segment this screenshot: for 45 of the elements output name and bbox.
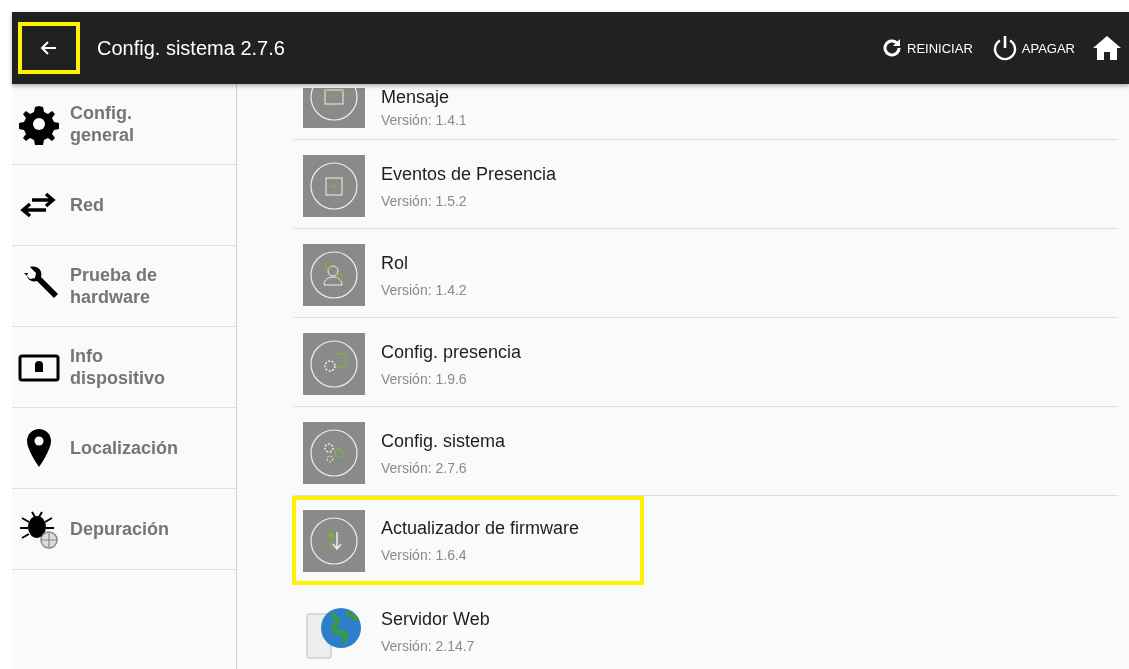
- app-name: Mensaje: [381, 88, 451, 108]
- app-list-item[interactable]: Eventos de Presencia Versión: 1.5.2: [292, 140, 1120, 229]
- sidebar-label: Config. general: [70, 101, 136, 147]
- sidebar-item[interactable]: Localización: [12, 408, 236, 489]
- app-name: Config. presencia: [381, 341, 522, 363]
- app-version: Versión: 1.4.1: [381, 112, 467, 128]
- sidebar-label: Red: [70, 193, 105, 217]
- app-list-item[interactable]: Config. presencia Versión: 1.9.6: [292, 318, 1120, 407]
- sidebar-item[interactable]: Info dispositivo: [12, 327, 236, 408]
- power-off-button[interactable]: APAGAR: [990, 34, 1075, 62]
- app-name: Actualizador de firmware: [381, 518, 580, 539]
- home-icon: [1093, 35, 1121, 61]
- app-name: Config. sistema: [381, 430, 506, 452]
- app-version: Versión: 1.6.4: [381, 547, 468, 563]
- sidebar-label: Depuración: [70, 517, 171, 541]
- sidebar-label: Prueba de hardware: [70, 263, 159, 309]
- gear-icon: [18, 103, 60, 145]
- app-version: Versión: 1.5.2: [381, 192, 468, 209]
- app-list-item[interactable]: Actualizador de firmware Versión: 1.6.4: [292, 496, 644, 585]
- back-button[interactable]: [18, 22, 80, 74]
- app-version: Versión: 2.14.7: [381, 637, 476, 654]
- app-version: Versión: 1.4.2: [381, 281, 467, 298]
- app-list-item[interactable]: Mensaje Versión: 1.4.1: [292, 84, 1120, 140]
- sidebar-item[interactable]: Red: [12, 165, 236, 246]
- calendar-check-icon: [303, 155, 365, 217]
- up-down-arrows-icon: [303, 509, 365, 572]
- sidebar-item[interactable]: Prueba de hardware: [12, 246, 236, 327]
- sidebar-item[interactable]: Depuración: [12, 489, 236, 570]
- gears-icon: [303, 422, 365, 484]
- sidebar-label: Info dispositivo: [70, 344, 166, 390]
- app-list-item[interactable]: Rol Versión: 1.4.2: [292, 229, 1120, 318]
- user-gears-icon: [303, 244, 365, 306]
- app-name: Servidor Web: [381, 608, 490, 630]
- app-bar-title: Config. sistema 2.7.6: [97, 36, 285, 60]
- app-version: Versión: 2.7.6: [381, 459, 468, 476]
- gear-clock-icon: [303, 333, 365, 395]
- app-name: Rol: [381, 252, 409, 274]
- sidebar-item[interactable]: Config. general: [12, 84, 236, 165]
- sidebar-label: Localización: [70, 436, 180, 460]
- app-version: Versión: 1.9.6: [381, 370, 468, 387]
- app-list-item[interactable]: Servidor Web Versión: 2.14.7: [292, 585, 1120, 669]
- home-button[interactable]: [1093, 35, 1121, 61]
- app-name: Eventos de Presencia: [381, 163, 557, 185]
- app-list-item[interactable]: Config. sistema Versión: 2.7.6: [292, 407, 1120, 496]
- restart-button[interactable]: REINICIAR: [880, 36, 973, 60]
